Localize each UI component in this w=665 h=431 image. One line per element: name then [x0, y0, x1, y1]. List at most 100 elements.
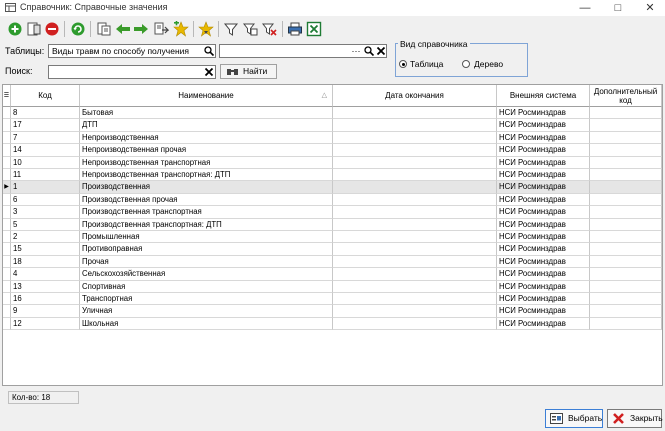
cell-code[interactable]: 18: [11, 255, 80, 269]
cell-end-date[interactable]: [333, 206, 497, 219]
cell-extra-code[interactable]: [590, 169, 662, 182]
ellipsis-button[interactable]: ···: [350, 45, 362, 57]
cell-external-system[interactable]: НСИ Росминздрав: [497, 268, 590, 281]
cell-external-system[interactable]: НСИ Росминздрав: [497, 231, 590, 244]
cell-end-date[interactable]: [333, 243, 497, 256]
cell-code[interactable]: 3: [11, 206, 80, 219]
cell-name[interactable]: Транспортная: [80, 293, 333, 306]
cell-name[interactable]: Непроизводственная транспортная: [80, 156, 333, 169]
star-down-icon[interactable]: [198, 21, 214, 37]
cell-code[interactable]: 8: [11, 107, 80, 120]
table-row[interactable]: 2 Промышленная НСИ Росминздрав: [3, 231, 662, 244]
cell-external-system[interactable]: НСИ Росминздрав: [497, 156, 590, 169]
arrow-left-icon[interactable]: [115, 21, 131, 37]
cell-external-system[interactable]: НСИ Росминздрав: [497, 293, 590, 306]
cell-external-system[interactable]: НСИ Росминздрав: [497, 206, 590, 219]
column-header-extra-code[interactable]: Дополнительный код: [590, 85, 662, 107]
cell-end-date[interactable]: [333, 255, 497, 269]
cell-extra-code[interactable]: [590, 255, 662, 269]
cell-external-system[interactable]: НСИ Росминздрав: [497, 131, 590, 145]
table-row[interactable]: 3 Производственная транспортная НСИ Росмин…: [3, 206, 662, 219]
cell-external-system[interactable]: НСИ Росминздрав: [497, 193, 590, 207]
cell-code[interactable]: 17: [11, 119, 80, 132]
table-row[interactable]: 13 Спортивная НСИ Росминздрав: [3, 280, 662, 293]
cell-end-date[interactable]: [333, 193, 497, 207]
cell-end-date[interactable]: [333, 317, 497, 331]
row-header[interactable]: [3, 119, 11, 132]
cell-name[interactable]: Непроизводственная: [80, 131, 333, 145]
search-icon[interactable]: [363, 45, 375, 57]
cell-code[interactable]: 9: [11, 305, 80, 318]
cell-external-system[interactable]: НСИ Росминздрав: [497, 218, 590, 231]
cell-extra-code[interactable]: [590, 243, 662, 256]
table-row[interactable]: ▶ 1 Производственная НСИ Росминздрав: [3, 181, 662, 194]
table-row[interactable]: 4 Сельскохозяйственная НСИ Росминздрав: [3, 268, 662, 281]
cell-external-system[interactable]: НСИ Росминздрав: [497, 255, 590, 269]
cell-external-system[interactable]: НСИ Росминздрав: [497, 169, 590, 182]
cell-name[interactable]: Непроизводственная транспортная: ДТП: [80, 169, 333, 182]
cell-extra-code[interactable]: [590, 293, 662, 306]
cell-extra-code[interactable]: [590, 156, 662, 169]
row-header[interactable]: [3, 255, 11, 269]
table-row[interactable]: 6 Производственная прочая НСИ Росминздрав: [3, 193, 662, 207]
cell-external-system[interactable]: НСИ Росминздрав: [497, 317, 590, 331]
cell-code[interactable]: 6: [11, 193, 80, 207]
cell-end-date[interactable]: [333, 305, 497, 318]
cell-name[interactable]: Спортивная: [80, 280, 333, 293]
add-icon[interactable]: [7, 21, 23, 37]
cell-name[interactable]: Промышленная: [80, 231, 333, 244]
star-add-icon[interactable]: [173, 21, 189, 37]
cell-end-date[interactable]: [333, 169, 497, 182]
row-header[interactable]: [3, 144, 11, 157]
find-button[interactable]: Найти: [220, 64, 277, 79]
row-header[interactable]: [3, 218, 11, 231]
cell-name[interactable]: Непроизводственная прочая: [80, 144, 333, 157]
table-row[interactable]: 5 Производственная транспортная: ДТП НСИ Р…: [3, 218, 662, 231]
table-row[interactable]: 12 Школьная НСИ Росминздрав: [3, 317, 662, 331]
cell-extra-code[interactable]: [590, 193, 662, 207]
cell-code[interactable]: 7: [11, 131, 80, 145]
cell-end-date[interactable]: [333, 218, 497, 231]
cell-name[interactable]: Производственная транспортная: [80, 206, 333, 219]
cell-external-system[interactable]: НСИ Росминздрав: [497, 305, 590, 318]
column-header-name[interactable]: Наименование △: [80, 85, 333, 107]
row-header[interactable]: [3, 156, 11, 169]
row-pointer-icon[interactable]: ▶: [3, 181, 11, 194]
cell-external-system[interactable]: НСИ Росминздрав: [497, 181, 590, 194]
cell-name[interactable]: Уличная: [80, 305, 333, 318]
row-header[interactable]: [3, 293, 11, 306]
table-row[interactable]: 17 ДТП НСИ Росминздрав: [3, 119, 662, 132]
arrow-right-icon[interactable]: [133, 21, 149, 37]
cell-code[interactable]: 4: [11, 268, 80, 281]
cell-extra-code[interactable]: [590, 131, 662, 145]
row-header[interactable]: [3, 206, 11, 219]
cell-end-date[interactable]: [333, 131, 497, 145]
cell-end-date[interactable]: [333, 119, 497, 132]
cell-code[interactable]: 13: [11, 280, 80, 293]
cell-end-date[interactable]: [333, 231, 497, 244]
table-row[interactable]: 14 Непроизводственная прочая НСИ Росминздр…: [3, 144, 662, 157]
cell-end-date[interactable]: [333, 181, 497, 194]
cell-code[interactable]: 12: [11, 317, 80, 331]
cell-end-date[interactable]: [333, 144, 497, 157]
cell-extra-code[interactable]: [590, 280, 662, 293]
clear-search-icon[interactable]: [203, 66, 215, 78]
table-select[interactable]: Виды травм по способу получения: [48, 44, 216, 58]
cell-name[interactable]: Школьная: [80, 317, 333, 331]
radio-table[interactable]: [399, 60, 407, 68]
cell-end-date[interactable]: [333, 107, 497, 120]
row-header[interactable]: [3, 280, 11, 293]
cell-code[interactable]: 10: [11, 156, 80, 169]
print-icon[interactable]: [287, 21, 303, 37]
cell-name[interactable]: Производственная транспортная: ДТП: [80, 218, 333, 231]
cell-extra-code[interactable]: [590, 305, 662, 318]
cell-extra-code[interactable]: [590, 268, 662, 281]
data-grid[interactable]: ☰ Код Наименование △ Дата окончания Внешн…: [2, 84, 663, 386]
cell-name[interactable]: Бытовая: [80, 107, 333, 120]
row-header[interactable]: [3, 317, 11, 331]
column-header-external-system[interactable]: Внешняя система: [497, 85, 590, 107]
cell-end-date[interactable]: [333, 293, 497, 306]
cell-extra-code[interactable]: [590, 317, 662, 331]
clear-icon[interactable]: [375, 45, 387, 57]
row-header[interactable]: [3, 268, 11, 281]
